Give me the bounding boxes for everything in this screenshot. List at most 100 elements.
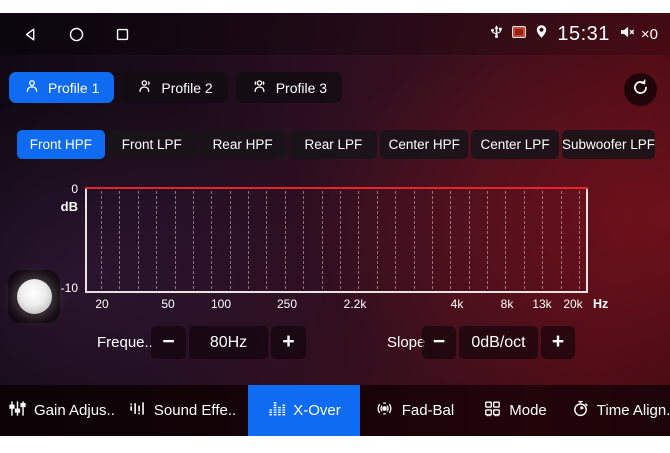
gridline xyxy=(579,191,580,289)
gridline xyxy=(101,191,102,289)
gridline xyxy=(266,191,267,289)
tab-front-hpf[interactable]: Front HPF xyxy=(17,130,105,159)
gridline xyxy=(230,191,231,289)
toolbar-gain-label: Gain Adjus.. xyxy=(34,402,115,419)
profile-tabs: Profile 1 Profile 2 Profile 3 xyxy=(9,72,342,103)
toolbar-x-over[interactable]: X-Over xyxy=(248,385,360,436)
toolbar-gain-adjust[interactable]: Gain Adjus.. xyxy=(8,385,115,436)
toolbar-fad-bal[interactable]: Fad-Bal xyxy=(374,385,455,436)
crossover-filter-tabs: Front HPF Front LPF Rear HPF Rear LPF Ce… xyxy=(17,130,655,159)
tab-front-lpf[interactable]: Front LPF xyxy=(108,130,196,159)
tab-subwoofer-lpf[interactable]: Subwoofer LPF xyxy=(562,130,655,159)
profile-2-button[interactable]: Profile 2 xyxy=(122,72,227,103)
gridline xyxy=(322,191,323,289)
gridline xyxy=(211,191,212,289)
crossover-bars-icon xyxy=(267,399,286,422)
tab-rear-lpf[interactable]: Rear LPF xyxy=(289,130,377,159)
gridline xyxy=(542,191,543,289)
equalizer-wave-icon xyxy=(128,399,147,422)
fader-balance-icon xyxy=(374,399,395,422)
speaker-mute-icon[interactable] xyxy=(618,23,636,46)
x-tick-label: 20 xyxy=(95,297,108,311)
gridline xyxy=(285,191,286,289)
profile-3-label: Profile 3 xyxy=(276,80,327,96)
x-axis-unit-label: Hz xyxy=(593,297,608,311)
user-icon xyxy=(24,78,40,97)
bottom-toolbar: Gain Adjus.. Sound Effe.. X-Over Fad-Bal… xyxy=(0,385,670,436)
home-icon[interactable] xyxy=(68,26,85,43)
slope-minus-button[interactable]: − xyxy=(422,326,456,359)
y-axis-top-label: 0 xyxy=(58,182,78,196)
mode-grid-icon xyxy=(483,399,502,422)
car-stereo-screenshot: 15:31 ×0 Profile 1 Profile 2 Profile 3 xyxy=(0,0,670,453)
slope-value: 0dB/oct xyxy=(459,326,538,359)
gridline xyxy=(340,191,341,289)
tab-center-hpf[interactable]: Center HPF xyxy=(380,130,468,159)
x-tick-label: 2.2k xyxy=(344,297,367,311)
slope-label: Slope xyxy=(387,326,425,359)
response-curve xyxy=(85,187,588,189)
x-axis-tick-labels: Hz 20 50 100 250 2.2k 4k 8k 13k 20k xyxy=(85,297,625,313)
slope-plus-button[interactable]: + xyxy=(541,326,575,359)
toolbar-mode[interactable]: Mode xyxy=(483,385,547,436)
gridline xyxy=(377,191,378,289)
gridline xyxy=(156,191,157,289)
rotary-knob[interactable] xyxy=(8,270,60,323)
reset-button[interactable] xyxy=(624,73,657,106)
gridline xyxy=(524,191,525,289)
toolbar-time-label: Time Align.. xyxy=(597,402,670,419)
android-nav-buttons xyxy=(22,26,131,43)
status-bar: 15:31 ×0 xyxy=(0,13,670,55)
gridline xyxy=(450,191,451,289)
frequency-plus-button[interactable]: + xyxy=(271,326,306,359)
x-tick-label: 50 xyxy=(161,297,174,311)
gridline xyxy=(487,191,488,289)
user-2-icon xyxy=(137,78,153,97)
back-icon[interactable] xyxy=(22,26,39,43)
knob-dial[interactable] xyxy=(17,279,52,314)
x-tick-label: 20k xyxy=(563,297,582,311)
gridline xyxy=(358,191,359,289)
gridline xyxy=(119,191,120,289)
gridline xyxy=(175,191,176,289)
x-tick-label: 13k xyxy=(532,297,551,311)
profile-3-button[interactable]: Profile 3 xyxy=(236,72,342,103)
stopwatch-icon xyxy=(571,399,590,422)
x-tick-label: 250 xyxy=(277,297,297,311)
clock: 15:31 xyxy=(557,23,610,46)
gridline xyxy=(193,191,194,289)
frequency-label: Freque.. xyxy=(97,326,153,359)
toolbar-time-align[interactable]: Time Align.. xyxy=(571,385,670,436)
profile-1-label: Profile 1 xyxy=(48,80,99,96)
gridline xyxy=(414,191,415,289)
toolbar-sound-effects[interactable]: Sound Effe.. xyxy=(128,385,236,436)
volume-level: ×0 xyxy=(641,26,658,43)
gridline xyxy=(561,191,562,289)
user-3-icon xyxy=(251,78,268,97)
sliders-icon xyxy=(8,399,27,422)
refresh-icon xyxy=(631,78,650,102)
frequency-value: 80Hz xyxy=(189,326,268,359)
head-unit-screen: 15:31 ×0 Profile 1 Profile 2 Profile 3 xyxy=(0,13,670,436)
gridline xyxy=(395,191,396,289)
tab-rear-hpf[interactable]: Rear HPF xyxy=(199,130,287,159)
recents-icon[interactable] xyxy=(114,26,131,43)
toolbar-sound-label: Sound Effe.. xyxy=(154,402,236,419)
status-icons: 15:31 ×0 xyxy=(489,23,658,46)
toolbar-fad-label: Fad-Bal xyxy=(402,402,455,419)
profile-1-button[interactable]: Profile 1 xyxy=(9,72,114,103)
x-tick-label: 8k xyxy=(501,297,514,311)
gridline xyxy=(303,191,304,289)
tab-center-lpf[interactable]: Center LPF xyxy=(471,130,559,159)
location-icon xyxy=(534,23,549,45)
toolbar-xover-label: X-Over xyxy=(293,402,341,419)
gridline xyxy=(469,191,470,289)
gridline xyxy=(248,191,249,289)
x-tick-label: 100 xyxy=(211,297,231,311)
toolbar-mode-label: Mode xyxy=(509,402,547,419)
gridline xyxy=(505,191,506,289)
frequency-minus-button[interactable]: − xyxy=(151,326,186,359)
y-axis-unit-label: dB xyxy=(52,199,78,214)
x-tick-label: 4k xyxy=(451,297,464,311)
gridline xyxy=(138,191,139,289)
